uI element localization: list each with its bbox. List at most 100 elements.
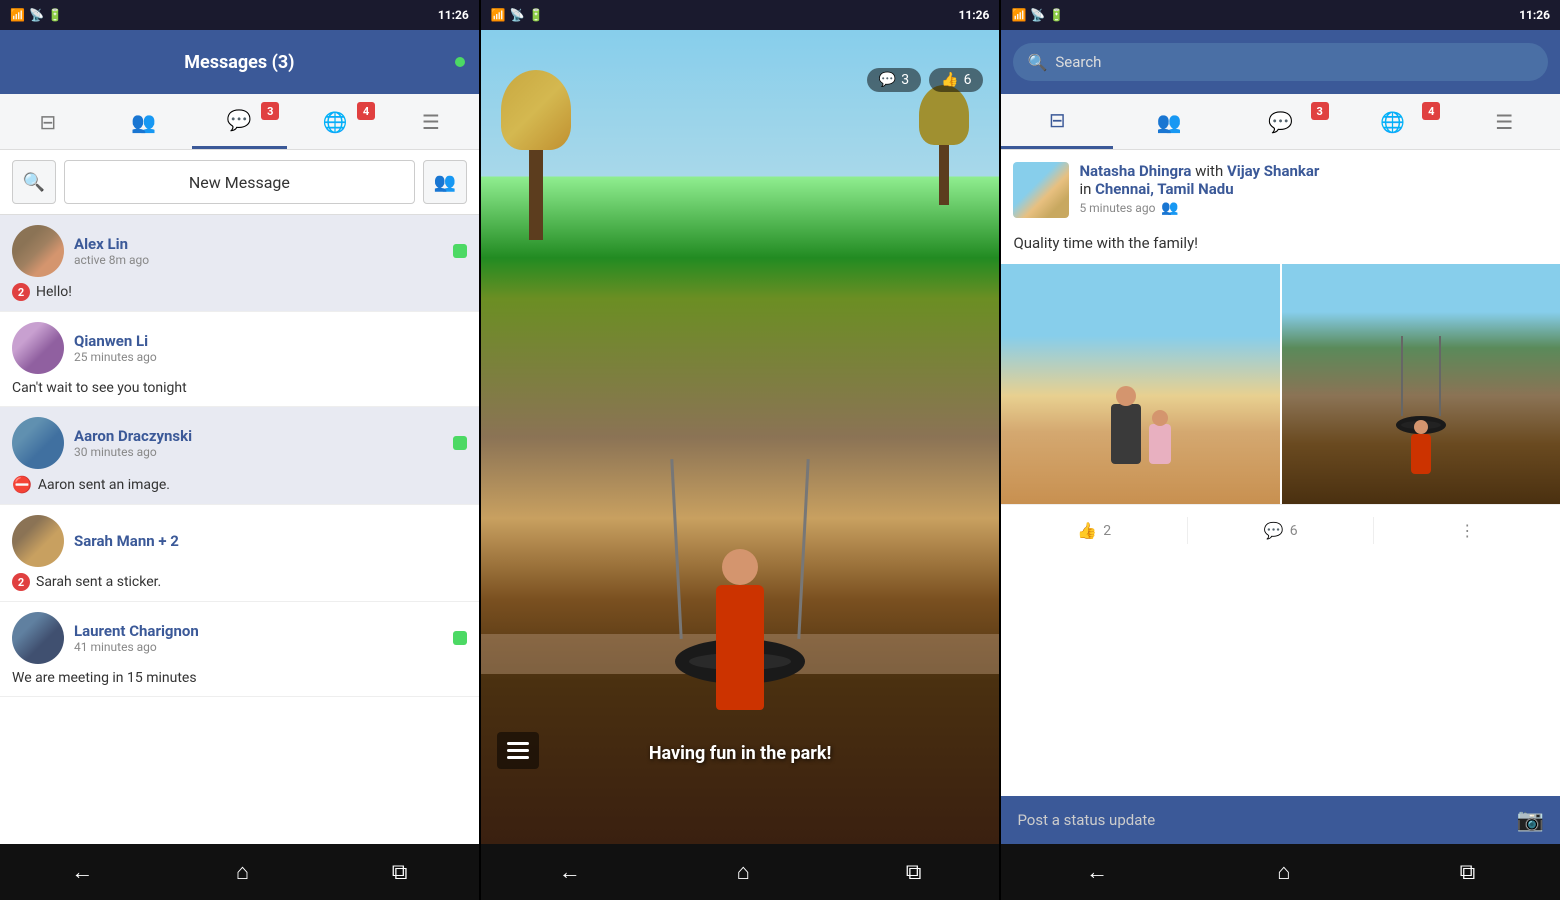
msg-preview: ⛔ Aaron sent an image. [0,473,479,504]
msg-name: Sarah Mann + 2 [74,532,467,550]
back-button-2[interactable]: ← [559,859,581,885]
like-action-icon: 👍 [1077,521,1097,540]
swing-mini-child [1411,434,1431,474]
recents-button-1[interactable]: ⧉ [392,860,408,885]
tab-globe-1[interactable]: 🌐 4 [287,94,383,149]
post-time: 5 minutes ago [1079,201,1155,215]
photo-caption: Having fun in the park! [481,743,1000,764]
wifi-icon: 📶 [10,8,25,22]
preview-text: Can't wait to see you tonight [12,380,187,396]
recents-button-3[interactable]: ⧉ [1460,860,1476,885]
like-button[interactable]: 👍 2 [1001,513,1187,548]
messages-icon-1: 💬 [227,108,252,132]
list-item[interactable]: Sarah Mann + 2 2 Sarah sent a sticker. [0,505,479,602]
status-placeholder[interactable]: Post a status update [1017,811,1506,829]
status-icons-2: 📶 📡 🔋 [491,8,544,22]
new-message-button[interactable]: New Message [64,160,415,204]
tab-messages-3[interactable]: 💬 3 [1225,94,1337,149]
tab-menu-1[interactable]: ☰ [383,94,479,149]
tab-globe-3[interactable]: 🌐 4 [1337,94,1449,149]
android-nav-1: ← ⌂ ⧉ [0,844,479,900]
msg-preview: Can't wait to see you tonight [0,378,479,406]
preview-text: We are meeting in 15 minutes [12,670,197,686]
home-button-2[interactable]: ⌂ [737,859,750,885]
post-location[interactable]: Chennai, Tamil Nadu [1095,180,1234,198]
home-button-3[interactable]: ⌂ [1277,859,1290,885]
msg-preview: 2 Hello! [0,281,479,311]
status-icons-1: 📶 📡 🔋 [10,8,63,22]
more-button[interactable]: ⋮ [1374,513,1560,548]
post-author-line: Natasha Dhingra with Vijay Shankar [1079,162,1548,180]
back-button-1[interactable]: ← [71,859,93,885]
post-actions: 👍 2 💬 6 ⋮ [1001,504,1560,556]
hamburger-icon[interactable] [497,732,539,769]
signal-icon: 📡 [29,8,44,22]
msg-name: Alex Lin [74,235,443,253]
beach-person-2 [1149,424,1171,464]
post-image-swing[interactable] [1282,264,1560,504]
status-update-bar[interactable]: Post a status update 📷 [1001,796,1560,844]
home-button-1[interactable]: ⌂ [236,859,249,885]
messages-toolbar: 🔍 New Message 👥 [0,150,479,215]
msg-info: Laurent Charignon 41 minutes ago [74,622,443,654]
swing-mini [1391,416,1451,474]
msg-info: Aaron Draczynski 30 minutes ago [74,427,443,459]
search-placeholder: Search [1055,53,1101,71]
list-item[interactable]: Aaron Draczynski 30 minutes ago ⛔ Aaron … [0,407,479,505]
status-bar-2: 📶 📡 🔋 11:26 [481,0,1000,30]
wifi-icon-2: 📶 [491,8,506,22]
messages-badge-1: 3 [261,102,279,120]
menu-icon-1: ☰ [422,110,440,134]
preview-text: Aaron sent an image. [38,477,170,493]
battery-icon: 🔋 [48,8,63,22]
post-with: with [1195,162,1227,180]
tab-friends-3[interactable]: 👥 [1113,94,1225,149]
post-avatar-image [1013,162,1069,218]
post-image-beach[interactable] [1001,264,1279,504]
beach-figures [1111,404,1171,464]
tab-messages-1[interactable]: 💬 3 [192,94,288,149]
tab-home-3[interactable]: ⊟ [1001,94,1113,149]
search-button[interactable]: 🔍 [12,160,56,204]
group-button[interactable]: 👥 [423,160,467,204]
comment-count: 6 [1290,523,1298,539]
back-button-3[interactable]: ← [1086,859,1108,885]
tab-friends-1[interactable]: 👥 [96,94,192,149]
messages-badge-3: 3 [1311,102,1329,120]
comment-icon: 💬 [879,72,896,88]
online-dot [453,244,467,258]
search-bar[interactable]: 🔍 Search [1013,43,1548,81]
globe-icon-1: 🌐 [323,110,348,134]
more-action-icon: ⋮ [1459,521,1475,540]
tab-menu-3[interactable]: ☰ [1448,94,1560,149]
like-count: 6 [964,72,972,88]
tagged-name[interactable]: Vijay Shankar [1227,162,1319,180]
list-item[interactable]: Laurent Charignon 41 minutes ago We are … [0,602,479,697]
battery-icon-2: 🔋 [529,8,544,22]
newsfeed-panel: 📶 📡 🔋 11:26 🔍 Search ⊟ 👥 💬 3 🌐 4 ☰ [1001,0,1560,900]
list-item[interactable]: Alex Lin active 8m ago 2 Hello! [0,215,479,312]
list-item[interactable]: Qianwen Li 25 minutes ago Can't wait to … [0,312,479,407]
post-avatar [1013,162,1069,218]
android-nav-3: ← ⌂ ⧉ [1001,844,1560,900]
post-time-row: 5 minutes ago 👥 [1079,200,1548,216]
globe-icon-3: 🌐 [1380,110,1405,134]
hamburger-button[interactable] [497,732,539,769]
wifi-icon-3: 📶 [1011,8,1026,22]
msg-time: active 8m ago [74,253,443,267]
tab-home-1[interactable]: ⊟ [0,94,96,149]
time-2: 11:26 [959,8,990,22]
messages-panel: 📶 📡 🔋 11:26 Messages (3) ⊟ 👥 💬 3 🌐 4 ☰ [0,0,479,900]
recents-button-2[interactable]: ⧉ [906,860,922,885]
preview-text: Sarah sent a sticker. [36,574,161,590]
post-header: Natasha Dhingra with Vijay Shankar in Ch… [1001,150,1560,230]
nav-tabs-3: ⊟ 👥 💬 3 🌐 4 ☰ [1001,94,1560,150]
beach-person-1 [1111,404,1141,464]
msg-preview: We are meeting in 15 minutes [0,668,479,696]
camera-button[interactable]: 📷 [1517,808,1544,833]
msg-time: 41 minutes ago [74,640,443,654]
comment-button[interactable]: 💬 6 [1188,513,1374,548]
msg-time: 30 minutes ago [74,445,443,459]
msg-info: Alex Lin active 8m ago [74,235,443,267]
author-name[interactable]: Natasha Dhingra [1079,162,1191,180]
